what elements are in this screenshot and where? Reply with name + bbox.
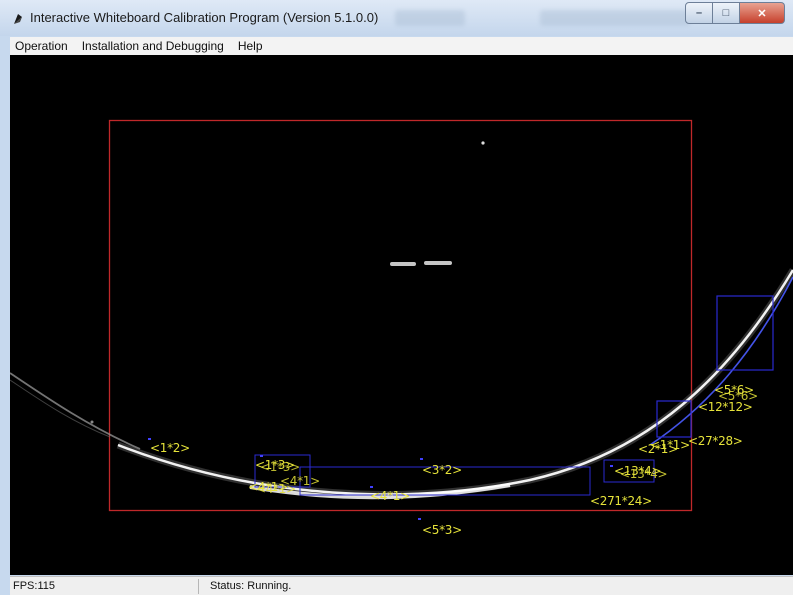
close-button[interactable]: ✕ [740, 2, 785, 24]
calibration-point-label: <4*1> [370, 489, 410, 503]
marker-dot [418, 518, 421, 520]
marker-dot [260, 455, 263, 457]
calibration-point-label: <1*3> [260, 460, 300, 474]
menu-operation[interactable]: Operation [10, 39, 75, 53]
light-spot [481, 141, 485, 145]
light-spot [390, 262, 416, 266]
app-window: Interactive Whiteboard Calibration Progr… [0, 0, 793, 595]
minimize-icon: – [695, 7, 703, 19]
marker-dot [370, 486, 373, 488]
menu-installation-debugging[interactable]: Installation and Debugging [75, 39, 231, 53]
fps-readout: FPS:115 [13, 580, 55, 592]
calibration-point-label: <5*3> [422, 523, 462, 537]
status-separator [198, 579, 199, 594]
calibration-point-label: <3*2> [422, 463, 462, 477]
window-controls: – □ ✕ [685, 2, 785, 24]
minimize-button[interactable]: – [685, 2, 713, 24]
light-spot [424, 261, 452, 265]
calibration-point-label: <1*1> [650, 438, 690, 452]
calibration-point-label: <13*4> [620, 467, 668, 481]
status-bar: FPS:115 Status: Running. [10, 576, 793, 595]
calibration-point-label: <12*12> [698, 400, 753, 414]
title-bar-glow [395, 10, 465, 26]
calibration-point-label: <271*24> [590, 494, 652, 508]
menu-help[interactable]: Help [231, 39, 270, 53]
calibration-point-label: <1*2> [150, 441, 190, 455]
close-icon: ✕ [757, 7, 767, 20]
title-bar[interactable]: Interactive Whiteboard Calibration Progr… [0, 0, 793, 36]
app-logo-icon [14, 14, 22, 24]
menu-bar: Operation Installation and Debugging Hel… [10, 37, 793, 55]
light-arc-faint [10, 372, 141, 450]
light-arc-faint [10, 379, 111, 438]
marker-dot [420, 458, 423, 460]
calibration-point-label: <4*1> [280, 474, 320, 488]
camera-view[interactable]: <1*2> <1*3> <1*3> <3*2> <4*1> <4*1> <4*1… [10, 55, 793, 575]
status-text: Status: Running. [210, 580, 292, 592]
window-title: Interactive Whiteboard Calibration Progr… [30, 10, 379, 25]
marker-dot [610, 465, 613, 467]
calibration-point-label: <27*28> [688, 434, 743, 448]
light-spot [90, 420, 94, 424]
marker-dot [148, 438, 151, 440]
maximize-button[interactable]: □ [713, 2, 740, 24]
maximize-icon: □ [722, 7, 730, 19]
title-bar-glow [540, 10, 690, 26]
